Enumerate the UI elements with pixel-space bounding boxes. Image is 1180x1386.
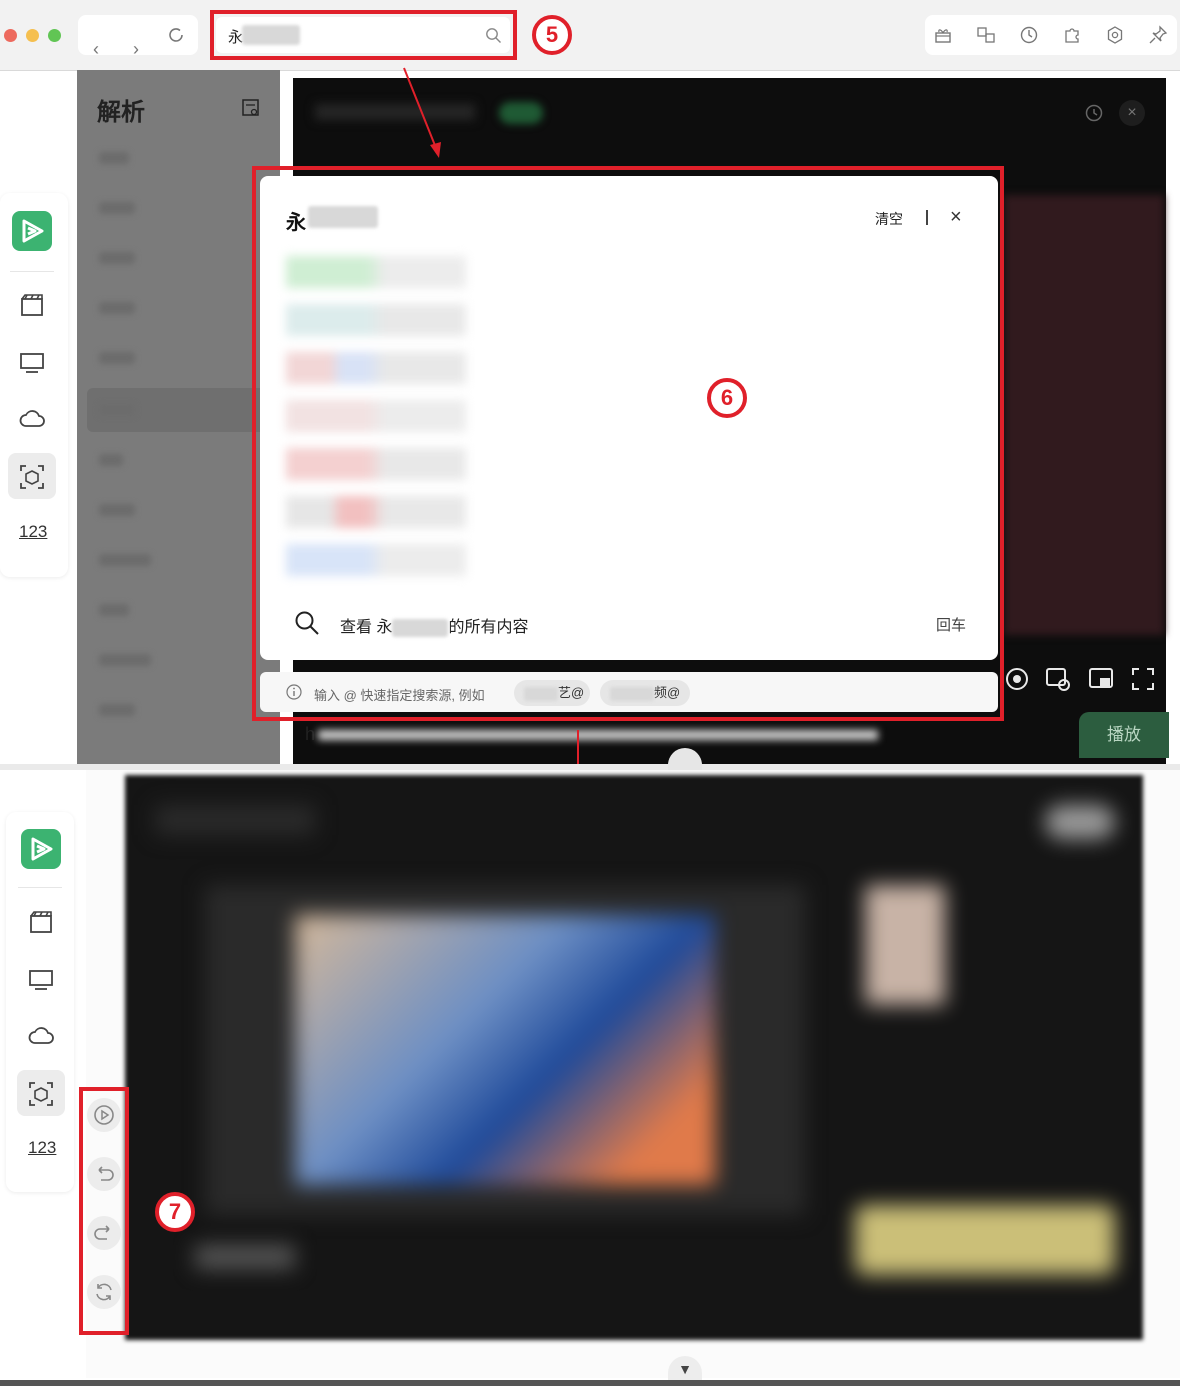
embedded-web-page [125,775,1143,1340]
numbers-icon[interactable]: 123 [28,1138,56,1158]
tv-icon[interactable] [27,965,55,993]
cube-scan-icon[interactable] [27,1080,55,1108]
video-thumbnail [295,915,715,1185]
annotation-box-controls [79,1087,129,1335]
annotation-badge-7: 7 [155,1192,195,1232]
cloud-icon[interactable] [27,1022,55,1050]
side-thumbnail [865,885,945,1005]
sidebar: 123 [6,812,74,1192]
clapperboard-icon[interactable] [27,908,55,936]
site-header [155,805,315,835]
window-bottom-edge [0,1380,1180,1386]
section-title [195,1245,295,1269]
login-button[interactable] [1045,805,1115,839]
sidebar-divider [18,887,62,888]
app-logo[interactable] [21,829,61,869]
promo-banner[interactable] [855,1205,1115,1275]
